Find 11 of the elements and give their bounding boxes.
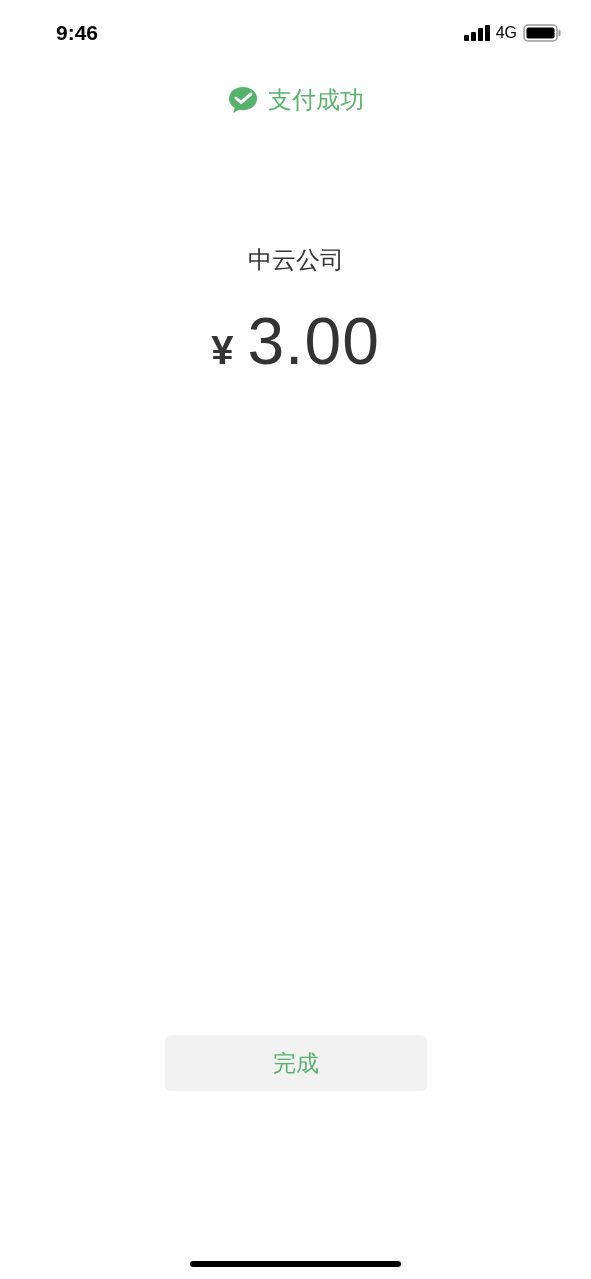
home-indicator[interactable] [190,1261,401,1267]
payee-name: 中云公司 [247,245,344,275]
done-button[interactable]: 完成 [164,1035,427,1091]
chat-check-icon [227,86,258,114]
payment-success-title: 支付成功 [267,85,364,115]
signal-icon [463,25,490,41]
status-time: 9:46 [56,20,99,47]
currency-symbol: ¥ [211,327,234,374]
network-label: 4G [495,23,517,43]
amount-value: 3.00 [247,303,380,380]
battery-icon [523,24,561,42]
